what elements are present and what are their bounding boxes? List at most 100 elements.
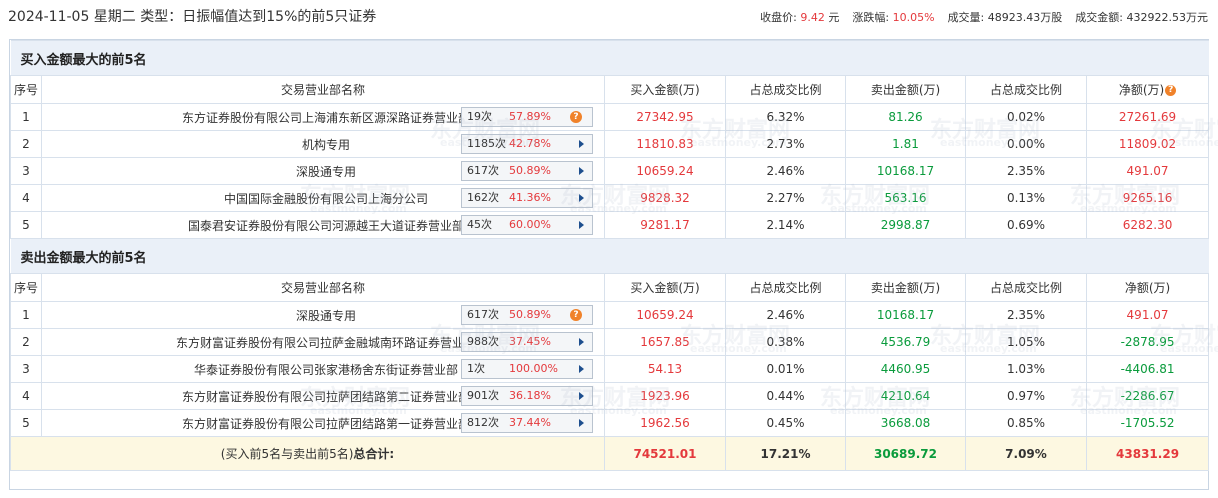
arrow-right-icon[interactable]: [579, 365, 584, 373]
trade-count: 1次: [467, 362, 485, 375]
sell-amount: 10168.17: [845, 157, 966, 185]
broker-name[interactable]: 国泰君安证券股份有限公司河源越王大道证券营业部: [188, 219, 464, 233]
broker-stats-badge[interactable]: 617次 50.89%?: [461, 305, 593, 325]
buy-amount: 9828.32: [604, 184, 726, 212]
broker-stats-badge[interactable]: 1次 100.00%: [461, 359, 593, 379]
win-rate: 36.18%: [509, 389, 551, 402]
broker-name[interactable]: 东方财富证券股份有限公司拉萨金融城南环路证券营业部: [176, 336, 476, 350]
summary-buy-ratio: 17.21%: [725, 436, 846, 471]
buy-amount: 27342.95: [604, 103, 726, 131]
question-icon[interactable]: ?: [1165, 85, 1177, 96]
amount-value: 432922.53万元: [1126, 11, 1209, 24]
trade-count: 988次: [467, 335, 499, 348]
buy-ratio: 2.46%: [725, 301, 846, 329]
broker-name[interactable]: 深股通专用: [296, 309, 356, 323]
net-amount: 491.07: [1085, 301, 1210, 329]
broker-name[interactable]: 东方财富证券股份有限公司拉萨团结路第一证券营业部: [182, 417, 470, 431]
table-row: 3 华泰证券股份有限公司张家港杨舍东街证券营业部 1次 100.00% 54.13 0.0…: [10, 355, 1210, 383]
arrow-right-icon[interactable]: [579, 419, 584, 427]
buy-ratio: 0.38%: [725, 328, 846, 356]
summary-sell-ratio: 7.09%: [965, 436, 1087, 471]
broker-name[interactable]: 机构专用: [302, 138, 350, 152]
trade-count: 617次: [467, 164, 499, 177]
row-seq: 4: [10, 184, 42, 212]
buy-ratio: 0.45%: [725, 409, 846, 437]
buy-ratio: 0.44%: [725, 382, 846, 410]
win-rate: 42.78%: [509, 137, 551, 150]
sell-ratio: 1.03%: [965, 355, 1087, 383]
broker-name[interactable]: 东方证券股份有限公司上海浦东新区源深路证券营业部: [182, 111, 470, 125]
table-row: 3 深股通专用 617次 50.89% 10659.24 2.46% 10168.17 2.3…: [10, 157, 1210, 185]
broker-name-cell: 东方财富证券股份有限公司拉萨团结路第二证券营业部 901次 36.18%: [41, 382, 605, 410]
question-icon[interactable]: ?: [570, 111, 582, 123]
win-rate: 57.89%: [509, 110, 551, 123]
arrow-right-icon[interactable]: [579, 140, 584, 148]
sell-amount: 10168.17: [845, 301, 966, 329]
row-seq: 3: [10, 355, 42, 383]
table-row: 4 东方财富证券股份有限公司拉萨团结路第二证券营业部 901次 36.18% 1923.…: [10, 382, 1210, 410]
broker-stats-badge[interactable]: 162次 41.36%: [461, 188, 593, 208]
col-net-label: 净额(万): [1118, 83, 1165, 97]
trading-table-panel: 买入金额最大的前5名 序号 交易营业部名称 买入金额(万) 占总成交比例 卖出金…: [9, 39, 1210, 490]
summary-row: (买入前5名与卖出前5名)总合计: 74521.01 17.21% 30689.…: [10, 436, 1210, 471]
net-amount: -2878.95: [1085, 328, 1210, 356]
question-icon[interactable]: ?: [570, 309, 582, 321]
arrow-right-icon[interactable]: [579, 194, 584, 202]
col-seq: 序号: [10, 273, 42, 302]
trade-count: 162次: [467, 191, 499, 204]
broker-stats-badge[interactable]: 901次 36.18%: [461, 386, 593, 406]
broker-stats-badge[interactable]: 45次 60.00%: [461, 215, 593, 235]
win-rate: 41.36%: [509, 191, 551, 204]
arrow-right-icon[interactable]: [579, 167, 584, 175]
col-buy-ratio: 占总成交比例: [725, 273, 846, 302]
trade-count: 19次: [467, 110, 492, 123]
broker-name-cell: 深股通专用 617次 50.89%: [41, 157, 605, 185]
sell-ratio: 0.97%: [965, 382, 1087, 410]
page-header: 2024-11-05 星期二 类型：日振幅值达到15%的前5只证券 收盘价: 9…: [0, 0, 1218, 32]
buy-amount: 1962.56: [604, 409, 726, 437]
table-row: 2 机构专用 1185次 42.78% 11810.83 2.73% 1.81 0.00% 11…: [10, 130, 1210, 158]
broker-name-cell: 国泰君安证券股份有限公司河源越王大道证券营业部 45次 60.00%: [41, 211, 605, 239]
row-seq: 5: [10, 409, 42, 437]
buy-ratio: 0.01%: [725, 355, 846, 383]
buy-ratio: 2.46%: [725, 157, 846, 185]
broker-name[interactable]: 华泰证券股份有限公司张家港杨舍东街证券营业部: [194, 363, 458, 377]
broker-stats-badge[interactable]: 812次 37.44%: [461, 413, 593, 433]
broker-name-cell: 机构专用 1185次 42.78%: [41, 130, 605, 158]
broker-name-cell: 华泰证券股份有限公司张家港杨舍东街证券营业部 1次 100.00%: [41, 355, 605, 383]
net-amount: 6282.30: [1085, 211, 1210, 239]
win-rate: 60.00%: [509, 218, 551, 231]
broker-stats-badge[interactable]: 617次 50.89%: [461, 161, 593, 181]
arrow-right-icon[interactable]: [579, 221, 584, 229]
sell-section-header: 卖出金额最大的前5名: [10, 238, 1209, 274]
broker-name[interactable]: 东方财富证券股份有限公司拉萨团结路第二证券营业部: [182, 390, 470, 404]
summary-label-bold: 总合计:: [353, 447, 395, 461]
net-amount: -2286.67: [1085, 382, 1210, 410]
sell-ratio: 0.69%: [965, 211, 1087, 239]
buy-ratio: 2.73%: [725, 130, 846, 158]
win-rate: 50.89%: [509, 164, 551, 177]
broker-stats-badge[interactable]: 1185次 42.78%: [461, 134, 593, 154]
broker-stats-badge[interactable]: 988次 37.45%: [461, 332, 593, 352]
trade-count: 901次: [467, 389, 499, 402]
col-net: 净额(万): [1085, 273, 1210, 302]
net-amount: -4406.81: [1085, 355, 1210, 383]
broker-name[interactable]: 中国国际金融股份有限公司上海分公司: [224, 192, 428, 206]
sell-ratio: 1.05%: [965, 328, 1087, 356]
net-amount: 491.07: [1085, 157, 1210, 185]
win-rate: 37.45%: [509, 335, 551, 348]
sell-ratio: 2.35%: [965, 301, 1087, 329]
net-amount: 27261.69: [1085, 103, 1210, 131]
arrow-right-icon[interactable]: [579, 338, 584, 346]
broker-stats-badge[interactable]: 19次 57.89%?: [461, 107, 593, 127]
change-value: 10.05%: [892, 11, 935, 24]
sell-ratio: 0.02%: [965, 103, 1087, 131]
broker-name[interactable]: 深股通专用: [296, 165, 356, 179]
sell-amount: 2998.87: [845, 211, 966, 239]
win-rate: 37.44%: [509, 416, 551, 429]
buy-section-title: 买入金额最大的前5名: [10, 40, 1209, 76]
arrow-right-icon[interactable]: [579, 392, 584, 400]
row-seq: 4: [10, 382, 42, 410]
table-row: 1 东方证券股份有限公司上海浦东新区源深路证券营业部 19次 57.89%? 27342…: [10, 103, 1210, 131]
close-label: 收盘价:: [760, 11, 797, 24]
